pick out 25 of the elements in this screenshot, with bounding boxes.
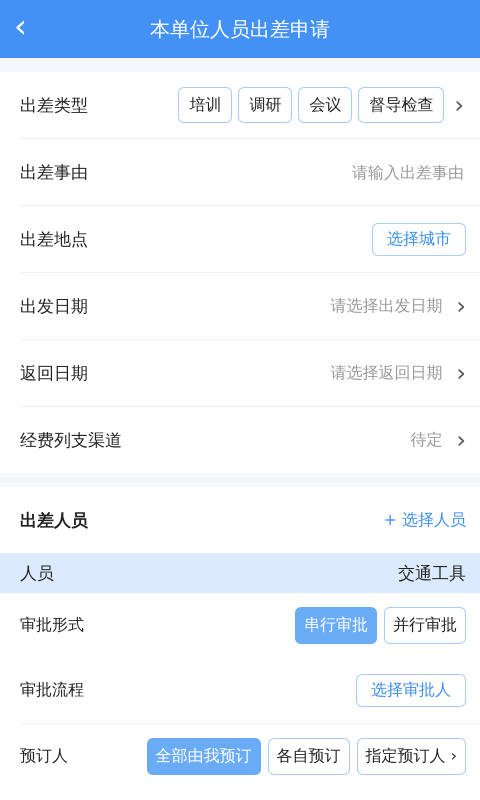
page-title: 本单位人员出差申请 bbox=[150, 16, 330, 42]
type-chip[interactable]: 会议 bbox=[298, 87, 352, 123]
type-chip[interactable]: 培训 bbox=[178, 87, 232, 123]
field-label: 出差地点 bbox=[20, 228, 88, 250]
field-label: 出差事由 bbox=[20, 162, 88, 184]
option-button[interactable]: 并行审批 bbox=[384, 607, 466, 644]
input-field[interactable]: 请输入出差事由 bbox=[262, 162, 466, 182]
type-chip[interactable]: 督导检查 bbox=[358, 87, 444, 123]
field-label: 审批流程 bbox=[20, 680, 84, 701]
select-field[interactable]: 请选择返回日期 › bbox=[330, 359, 466, 387]
column-header: 人员 bbox=[20, 562, 54, 584]
field-label: 出差类型 bbox=[20, 94, 88, 116]
field-label: 预订人 bbox=[20, 746, 68, 767]
select-field[interactable]: 请选择出发日期 › bbox=[330, 292, 466, 320]
field-label: 出发日期 bbox=[20, 296, 88, 318]
chevron-button[interactable]: › bbox=[452, 91, 466, 119]
section-title: 出差人员 bbox=[20, 510, 88, 532]
option-button[interactable]: 指定预订人 › bbox=[356, 738, 466, 775]
option-button[interactable]: 各自预订 bbox=[268, 738, 350, 775]
field-label: 经费列支渠道 bbox=[20, 430, 122, 452]
field-label: 审批形式 bbox=[20, 615, 84, 636]
field-label: 返回日期 bbox=[20, 362, 88, 384]
select-field[interactable]: 待定 › bbox=[410, 426, 466, 454]
type-chip[interactable]: 调研 bbox=[238, 87, 292, 123]
column-header: 交通工具 bbox=[398, 562, 466, 584]
